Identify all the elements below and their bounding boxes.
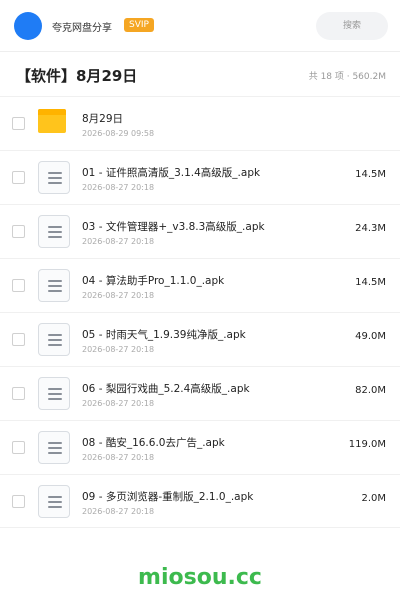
file-size: 82.0M <box>355 385 386 396</box>
row-checkbox[interactable] <box>12 225 25 238</box>
list-item[interactable]: 09 - 多页浏览器-重制版_2.1.0_.apk 2026-08-27 20:… <box>0 474 400 528</box>
svip-badge[interactable]: SVIP <box>124 18 154 32</box>
file-date: 2026-08-27 20:18 <box>82 399 155 408</box>
list-item[interactable]: 08 - 酷安_16.6.0去广告_.apk 2026-08-27 20:18 … <box>0 420 400 474</box>
file-name: 05 - 时雨天气_1.9.39纯净版_.apk <box>82 329 246 341</box>
file-size: 119.0M <box>348 439 386 450</box>
watermark: miosou.cc <box>138 565 262 590</box>
file-size: 24.3M <box>355 223 386 234</box>
document-icon <box>38 161 70 195</box>
file-size: 14.5M <box>355 169 386 180</box>
top-header: 夸克网盘分享 SVIP 搜索 <box>0 0 400 52</box>
list-item[interactable]: 05 - 时雨天气_1.9.39纯净版_.apk 2026-08-27 20:1… <box>0 312 400 366</box>
folder-summary: 共 18 项 · 560.2M <box>308 72 386 82</box>
file-name: 09 - 多页浏览器-重制版_2.1.0_.apk <box>82 491 254 503</box>
list-item[interactable]: 04 - 算法助手Pro_1.1.0_.apk 2026-08-27 20:18… <box>0 258 400 312</box>
file-name: 8月29日 <box>82 113 124 125</box>
avatar[interactable] <box>14 12 42 40</box>
file-date: 2026-08-27 20:18 <box>82 507 155 516</box>
list-item[interactable]: 01 - 证件照高清版_3.1.4高级版_.apk 2026-08-27 20:… <box>0 150 400 204</box>
folder-icon <box>38 107 70 141</box>
list-item[interactable]: 8月29日 2026-08-29 09:58 <box>0 96 400 150</box>
file-name: 01 - 证件照高清版_3.1.4高级版_.apk <box>82 167 261 179</box>
file-size: 2.0M <box>361 493 386 504</box>
page-title: 【软件】8月29日 <box>16 67 138 85</box>
file-list: 8月29日 2026-08-29 09:58 01 - 证件照高清版_3.1.4… <box>0 96 400 528</box>
search-button[interactable]: 搜索 <box>316 12 388 40</box>
row-checkbox[interactable] <box>12 387 25 400</box>
file-date: 2026-08-27 20:18 <box>82 237 155 246</box>
row-checkbox[interactable] <box>12 495 25 508</box>
file-size: 49.0M <box>355 331 386 342</box>
row-checkbox[interactable] <box>12 117 25 130</box>
document-icon <box>38 485 70 519</box>
document-icon <box>38 269 70 303</box>
row-checkbox[interactable] <box>12 171 25 184</box>
file-date: 2026-08-27 20:18 <box>82 291 155 300</box>
file-name: 06 - 梨园行戏曲_5.2.4高级版_.apk <box>82 383 250 395</box>
list-item[interactable]: 03 - 文件管理器+_v3.8.3高级版_.apk 2026-08-27 20… <box>0 204 400 258</box>
file-date: 2026-08-27 20:18 <box>82 453 155 462</box>
list-item[interactable]: 06 - 梨园行戏曲_5.2.4高级版_.apk 2026-08-27 20:1… <box>0 366 400 420</box>
row-checkbox[interactable] <box>12 441 25 454</box>
file-size: 14.5M <box>355 277 386 288</box>
document-icon <box>38 215 70 249</box>
file-date: 2026-08-27 20:18 <box>82 345 155 354</box>
brand-name: 夸克网盘分享 <box>52 23 112 34</box>
file-name: 08 - 酷安_16.6.0去广告_.apk <box>82 437 225 449</box>
document-icon <box>38 431 70 465</box>
row-checkbox[interactable] <box>12 333 25 346</box>
file-date: 2026-08-29 09:58 <box>82 129 155 138</box>
file-name: 04 - 算法助手Pro_1.1.0_.apk <box>82 275 225 287</box>
file-date: 2026-08-27 20:18 <box>82 183 155 192</box>
file-name: 03 - 文件管理器+_v3.8.3高级版_.apk <box>82 221 265 233</box>
document-icon <box>38 377 70 411</box>
row-checkbox[interactable] <box>12 279 25 292</box>
document-icon <box>38 323 70 357</box>
